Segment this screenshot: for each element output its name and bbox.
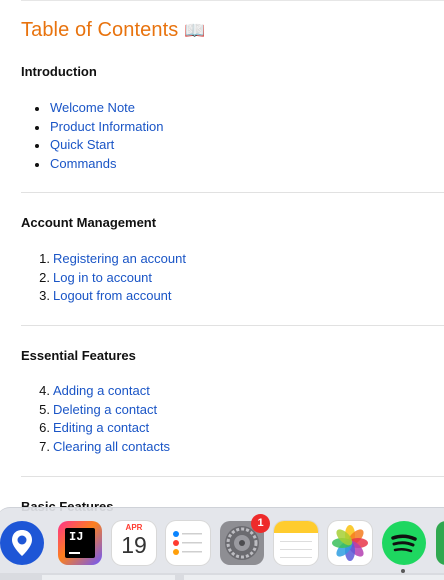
link-clearing-contacts[interactable]: Clearing all contacts [53,439,170,454]
shelf-segment [184,575,444,580]
link-welcome-note[interactable]: Welcome Note [50,100,135,115]
item-number: 5 [21,401,50,420]
photos-icon[interactable] [328,521,372,565]
list-item: Quick Start [21,136,163,155]
page-title: Table of Contents 📖 [21,19,206,42]
intellij-icon[interactable]: IJ [58,521,102,565]
list-item: Product Information [21,118,163,137]
section-title-essential-features: Essential Features [21,348,136,363]
notes-icon[interactable] [274,521,318,565]
intellij-label: IJ [69,530,84,544]
notes-line [280,541,312,542]
section-title-account-management: Account Management [21,215,157,230]
book-icon: 📖 [184,21,206,40]
top-divider [21,0,444,1]
list-item: 7Clearing all contacts [21,438,170,457]
section-divider [21,476,444,477]
link-commands[interactable]: Commands [50,156,116,171]
item-number: 6 [21,419,50,438]
item-number: 1 [21,250,50,269]
calendar-icon[interactable]: APR 19 [112,521,156,565]
section-title-introduction: Introduction [21,64,97,79]
notes-header-strip [274,521,318,533]
section-divider [21,192,444,193]
notification-badge: 1 [251,514,270,533]
dock-shelf [0,573,444,580]
intellij-underscore [69,552,80,554]
partial-app-icon[interactable] [436,521,444,565]
spotify-icon[interactable] [382,521,426,565]
system-settings-icon[interactable]: 1 [220,514,270,565]
shelf-segment [42,575,175,580]
location-app-icon[interactable] [0,521,44,565]
link-product-information[interactable]: Product Information [50,119,163,134]
reminders-icon[interactable] [166,521,210,565]
item-number: 3 [21,287,50,306]
item-number: 4 [21,382,50,401]
essential-features-list: 4Adding a contact 5Deleting a contact 6E… [21,382,170,457]
item-number: 2 [21,269,50,288]
list-item: Welcome Note [21,99,163,118]
link-deleting-contact[interactable]: Deleting a contact [53,402,157,417]
link-logout[interactable]: Logout from account [53,288,172,303]
link-adding-contact[interactable]: Adding a contact [53,383,150,398]
section-divider [21,325,444,326]
link-quick-start[interactable]: Quick Start [50,137,114,152]
notes-line [280,549,312,550]
link-registering-account[interactable]: Registering an account [53,251,186,266]
dock: IJ APR 19 1 [0,507,444,580]
list-item: 5Deleting a contact [21,401,170,420]
intellij-inner-square: IJ [65,528,95,558]
page-title-text: Table of Contents [21,19,179,41]
calendar-day: 19 [121,532,147,558]
list-item: 3Logout from account [21,287,186,306]
list-item: 2Log in to account [21,269,186,288]
link-editing-contact[interactable]: Editing a contact [53,420,149,435]
list-item: 4Adding a contact [21,382,170,401]
list-item: 1Registering an account [21,250,186,269]
calendar-month: APR [125,523,143,532]
link-log-in[interactable]: Log in to account [53,270,152,285]
account-management-list: 1Registering an account 2Log in to accou… [21,250,186,306]
documentation-page: Table of Contents 📖 Introduction Welcome … [0,0,444,580]
item-number: 7 [21,438,50,457]
list-item: 6Editing a contact [21,419,170,438]
list-item: Commands [21,155,163,174]
introduction-list: Welcome Note Product Information Quick S… [21,99,163,174]
notes-line [280,557,312,558]
